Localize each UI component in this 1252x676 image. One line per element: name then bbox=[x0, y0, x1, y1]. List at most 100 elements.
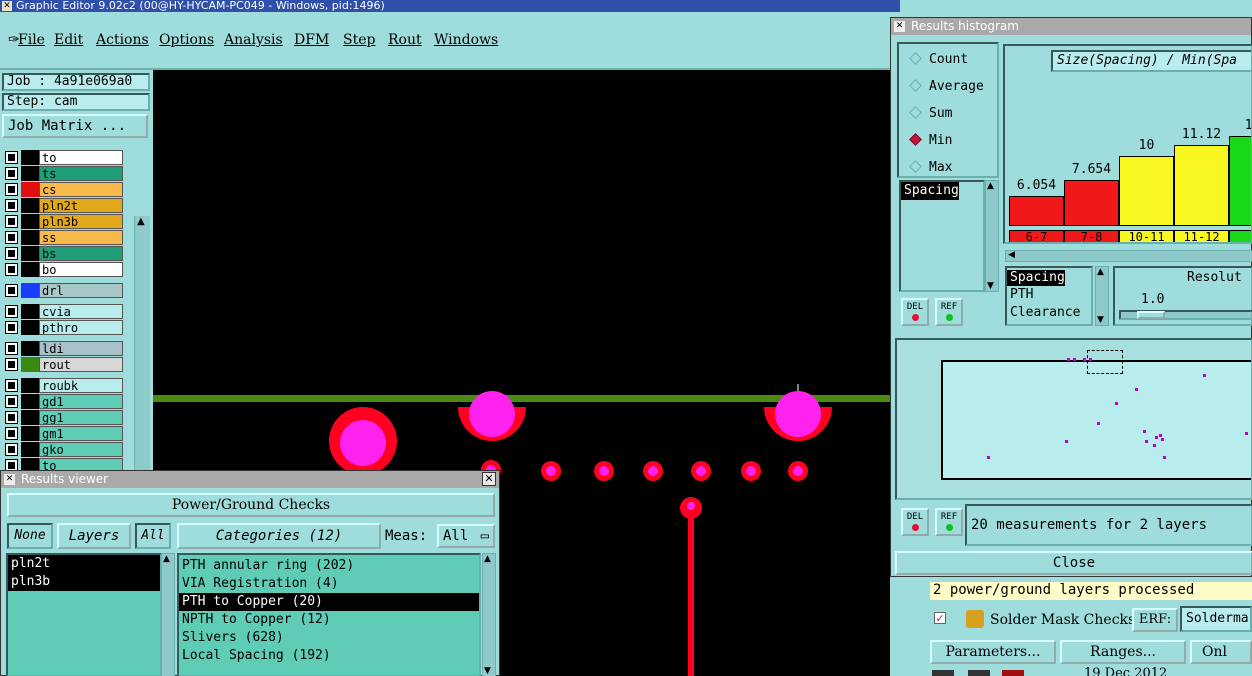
layer-name[interactable]: cs bbox=[39, 182, 123, 197]
scroll-down-icon[interactable]: ▼ bbox=[1097, 315, 1104, 325]
histogram-bar[interactable] bbox=[1174, 145, 1229, 226]
layer-name[interactable]: rout bbox=[39, 357, 123, 372]
histogram-bucket-label[interactable]: 11-12 bbox=[1174, 230, 1229, 242]
layer-checkbox[interactable] bbox=[5, 443, 18, 456]
category-side-list[interactable]: Spacing bbox=[899, 180, 985, 292]
list-item[interactable]: Spacing bbox=[1007, 270, 1065, 286]
list-item[interactable]: PTH bbox=[1007, 286, 1091, 304]
scroll-up-icon[interactable]: ▲ bbox=[484, 554, 491, 564]
layer-color-swatch[interactable] bbox=[21, 246, 39, 261]
layer-checkbox[interactable] bbox=[5, 342, 18, 355]
layer-checkbox[interactable] bbox=[5, 231, 18, 244]
layer-checkbox[interactable] bbox=[5, 358, 18, 371]
scroll-up-icon[interactable]: ▲ bbox=[137, 216, 145, 227]
mode-radio-min[interactable]: Min bbox=[909, 133, 952, 148]
result-marker[interactable] bbox=[1097, 422, 1100, 425]
category-item[interactable]: NPTH to Copper (12) bbox=[179, 611, 479, 629]
layer-row[interactable]: cvia bbox=[3, 304, 123, 319]
layer-checkbox[interactable] bbox=[5, 305, 18, 318]
layer-row[interactable]: gko bbox=[3, 442, 123, 457]
layer-checkbox[interactable] bbox=[5, 395, 18, 408]
measure-list-scrollbar[interactable]: ▲ ▼ bbox=[1095, 266, 1109, 326]
layer-name[interactable]: gm1 bbox=[39, 426, 123, 441]
result-marker[interactable] bbox=[1073, 358, 1076, 361]
categories-button[interactable]: Categories (12) bbox=[177, 523, 381, 549]
layer-checkbox[interactable] bbox=[5, 321, 18, 334]
del-button[interactable]: DEL bbox=[901, 298, 929, 326]
result-marker[interactable] bbox=[1065, 440, 1068, 443]
layer-color-swatch[interactable] bbox=[21, 410, 39, 425]
scroll-down-icon[interactable]: ▼ bbox=[484, 666, 491, 676]
results-minimap[interactable] bbox=[895, 338, 1252, 500]
radio-indicator[interactable] bbox=[909, 160, 922, 173]
histogram-bar[interactable] bbox=[1009, 196, 1064, 226]
menu-edit[interactable]: Edit bbox=[54, 32, 83, 48]
layer-color-swatch[interactable] bbox=[21, 150, 39, 165]
ref-button[interactable]: REF bbox=[935, 508, 963, 536]
histogram-bar[interactable] bbox=[1119, 156, 1174, 226]
layer-color-swatch[interactable] bbox=[21, 426, 39, 441]
erf-field[interactable]: Solderma bbox=[1180, 606, 1252, 632]
scroll-up-icon[interactable]: ▲ bbox=[163, 554, 170, 564]
layer-color-swatch[interactable] bbox=[21, 166, 39, 181]
del-button[interactable]: DEL bbox=[901, 508, 929, 536]
category-list[interactable]: PTH annular ring (202) VIA Registration (… bbox=[177, 553, 481, 676]
only-button[interactable]: Onl bbox=[1190, 640, 1252, 664]
result-marker[interactable] bbox=[1067, 358, 1070, 361]
layer-color-swatch[interactable] bbox=[21, 198, 39, 213]
menu-analysis[interactable]: Analysis bbox=[224, 32, 283, 48]
layer-row[interactable]: pln2t bbox=[3, 198, 123, 213]
layer-name[interactable]: ss bbox=[39, 230, 123, 245]
layer-color-swatch[interactable] bbox=[21, 341, 39, 356]
radio-indicator[interactable] bbox=[909, 106, 922, 119]
layer-color-swatch[interactable] bbox=[21, 442, 39, 457]
histogram-bucket-label[interactable]: 10-11 bbox=[1119, 230, 1174, 242]
layer-checkbox[interactable] bbox=[5, 215, 18, 228]
layer-color-swatch[interactable] bbox=[21, 304, 39, 319]
layer-row[interactable]: roubk bbox=[3, 378, 123, 393]
scroll-left-icon[interactable]: ◀ bbox=[1008, 250, 1015, 260]
result-marker[interactable] bbox=[1159, 434, 1162, 437]
ref-button[interactable]: REF bbox=[935, 298, 963, 326]
layer-row[interactable]: to bbox=[3, 150, 123, 165]
layer-name[interactable]: gd1 bbox=[39, 394, 123, 409]
result-marker[interactable] bbox=[1153, 444, 1156, 447]
job-matrix-button[interactable]: Job Matrix ... bbox=[2, 114, 148, 138]
result-marker[interactable] bbox=[1155, 436, 1158, 439]
layer-checkbox[interactable] bbox=[5, 263, 18, 276]
layer-checkbox[interactable] bbox=[5, 379, 18, 392]
power-ground-checks-button[interactable]: Power/Ground Checks bbox=[7, 493, 495, 517]
toolbar-icon[interactable] bbox=[968, 670, 990, 676]
close-icon[interactable]: ✕ bbox=[482, 472, 496, 486]
layer-checkbox[interactable] bbox=[5, 199, 18, 212]
result-marker[interactable] bbox=[1163, 456, 1166, 459]
histogram-bucket-label[interactable]: 1 bbox=[1229, 230, 1251, 242]
histogram-hscrollbar[interactable]: ◀ bbox=[1005, 250, 1252, 262]
all-button[interactable]: All bbox=[135, 523, 171, 549]
result-marker[interactable] bbox=[1161, 438, 1164, 441]
menu-actions[interactable]: Actions bbox=[96, 32, 149, 48]
category-item[interactable]: VIA Registration (4) bbox=[179, 575, 479, 593]
layer-name[interactable]: pln2t bbox=[39, 198, 123, 213]
radio-indicator[interactable] bbox=[909, 79, 922, 92]
scroll-down-icon[interactable]: ▼ bbox=[987, 281, 994, 291]
layer-color-swatch[interactable] bbox=[21, 182, 39, 197]
layer-color-swatch[interactable] bbox=[21, 214, 39, 229]
list-item[interactable]: Clearance bbox=[1007, 304, 1091, 322]
list-item[interactable]: Spacing bbox=[901, 182, 959, 200]
layer-checkbox[interactable] bbox=[5, 247, 18, 260]
result-marker[interactable] bbox=[1089, 358, 1092, 361]
layer-name[interactable]: cvia bbox=[39, 304, 123, 319]
side-list-scrollbar[interactable]: ▲ ▼ bbox=[985, 180, 999, 292]
result-marker[interactable] bbox=[1135, 388, 1138, 391]
meas-dropdown[interactable]: All ▭ bbox=[437, 524, 495, 548]
category-item[interactable]: PTH to Copper (20) bbox=[179, 593, 479, 611]
layer-row[interactable]: bo bbox=[3, 262, 123, 277]
category-item[interactable]: Slivers (628) bbox=[179, 629, 479, 647]
layers-button[interactable]: Layers bbox=[57, 523, 131, 549]
layer-row[interactable]: drl bbox=[3, 283, 123, 298]
layer-color-swatch[interactable] bbox=[21, 283, 39, 298]
mode-radio-count[interactable]: Count bbox=[909, 52, 968, 67]
menu-windows[interactable]: Windows bbox=[434, 32, 498, 48]
histogram-bucket-label[interactable]: 7-8 bbox=[1064, 230, 1119, 242]
